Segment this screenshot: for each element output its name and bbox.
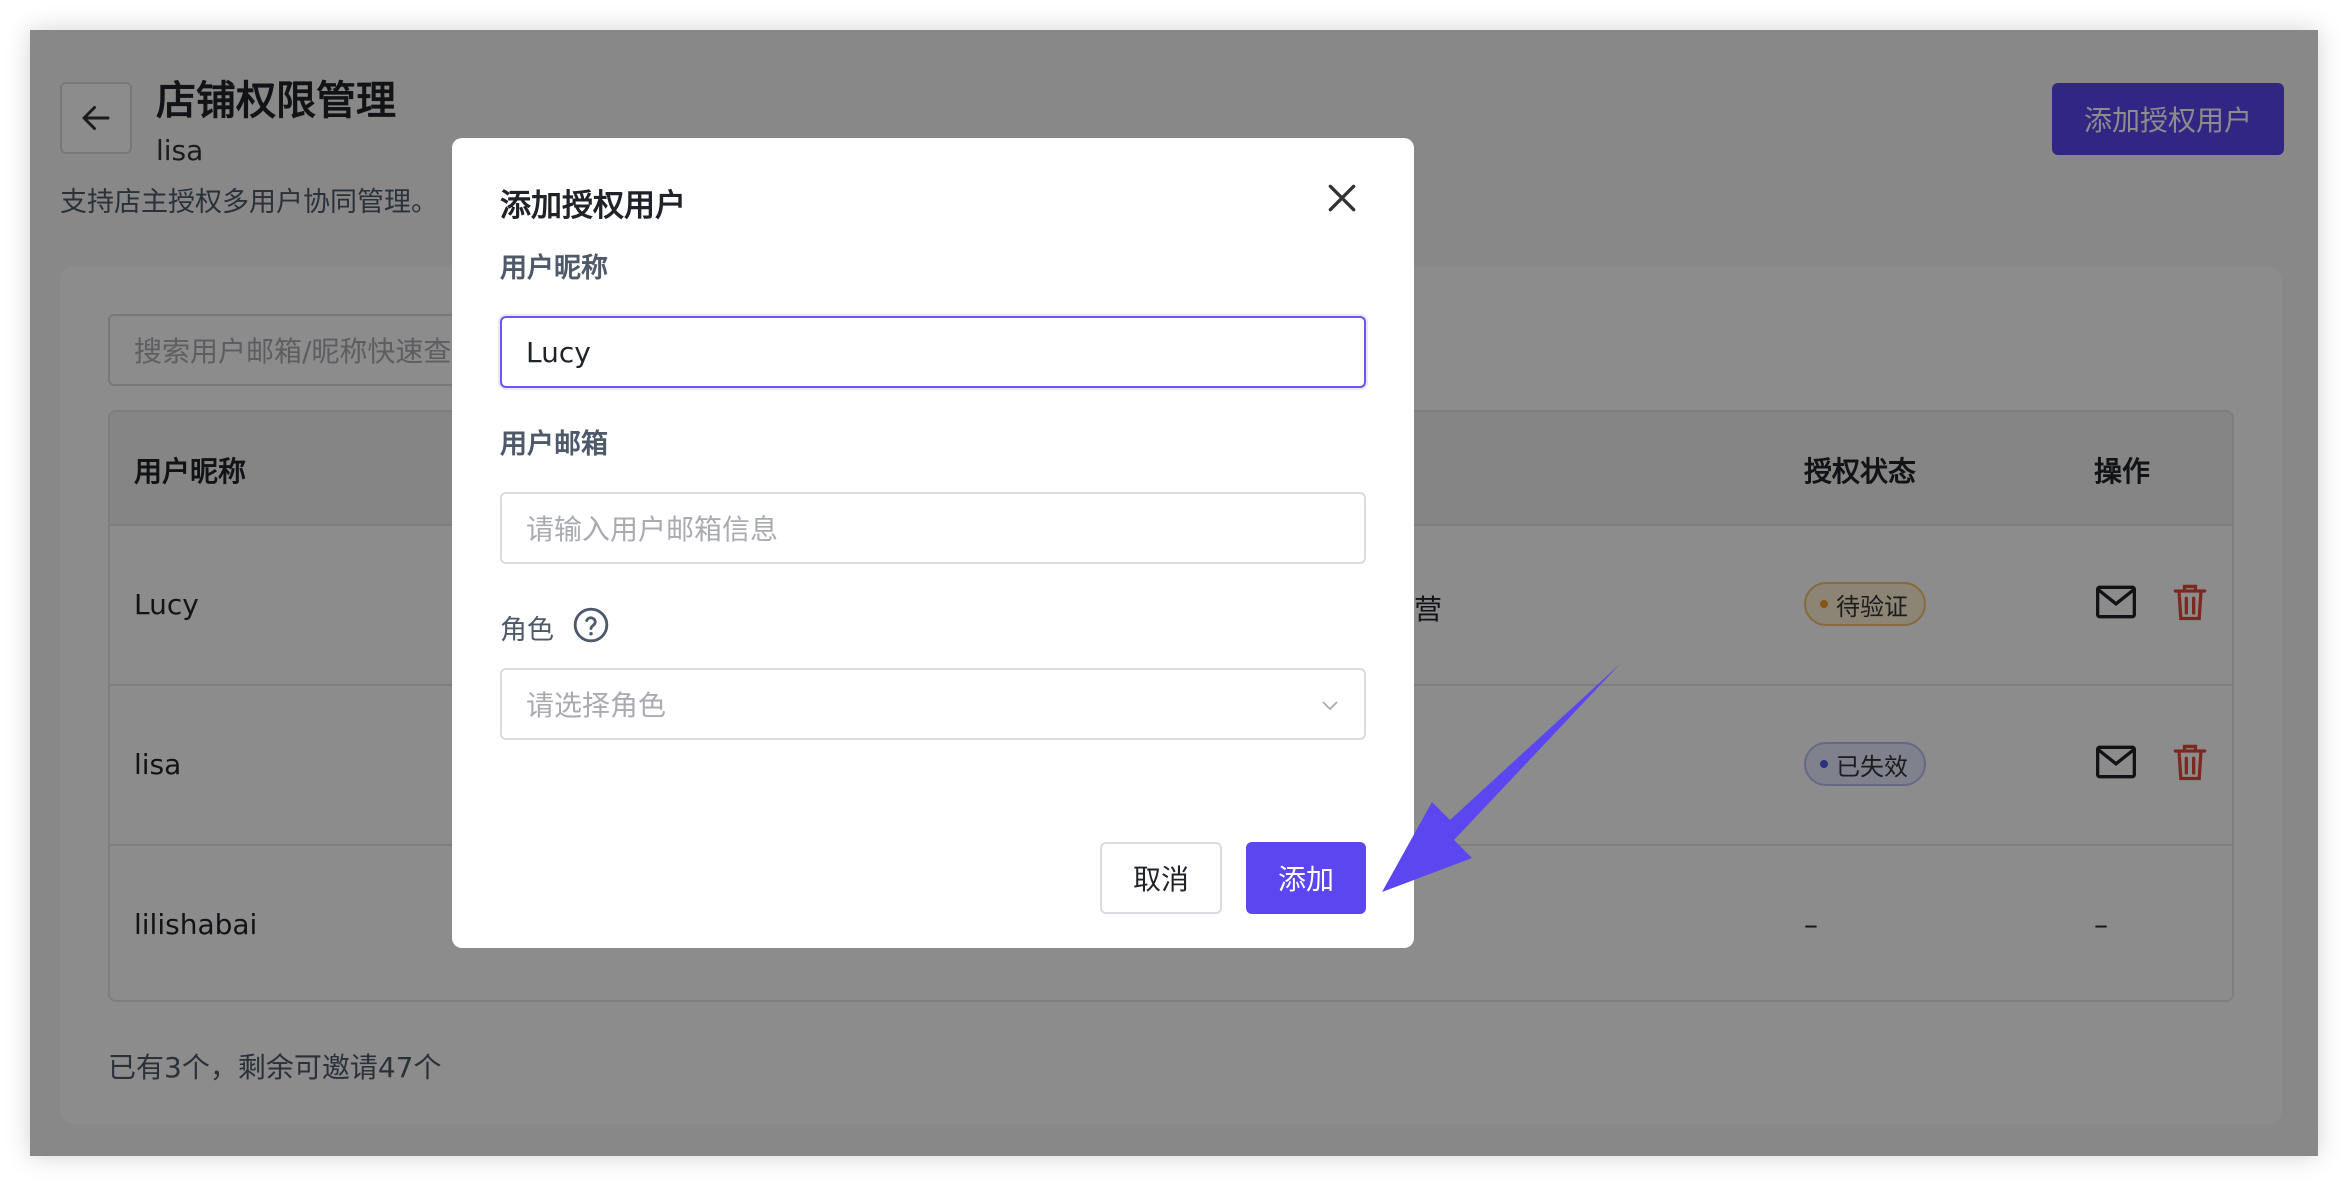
add-user-dialog: 添加授权用户 用户昵称 Lucy 用户邮箱 请输入用户邮箱信息 角色 请选择角色… bbox=[452, 138, 1414, 948]
nickname-input[interactable]: Lucy bbox=[500, 316, 1366, 388]
dialog-title: 添加授权用户 bbox=[500, 188, 686, 224]
close-icon[interactable] bbox=[1322, 178, 1362, 218]
email-label: 用户邮箱 bbox=[500, 429, 608, 460]
role-label: 角色 bbox=[500, 615, 554, 646]
nickname-label: 用户昵称 bbox=[500, 253, 608, 284]
app-window: 店铺权限管理 lisa 支持店主授权多用户协同管理。 添加授权用户 搜索用户邮箱… bbox=[30, 30, 2318, 1156]
role-select-placeholder: 请选择角色 bbox=[526, 689, 667, 722]
question-circle-icon[interactable] bbox=[572, 606, 610, 644]
chevron-down-icon bbox=[1322, 701, 1338, 711]
pointer-arrow-annotation bbox=[1382, 664, 1620, 892]
cancel-button[interactable]: 取消 bbox=[1100, 842, 1222, 914]
email-input[interactable]: 请输入用户邮箱信息 bbox=[500, 492, 1366, 564]
role-select[interactable]: 请选择角色 bbox=[500, 668, 1366, 740]
add-button[interactable]: 添加 bbox=[1246, 842, 1366, 914]
